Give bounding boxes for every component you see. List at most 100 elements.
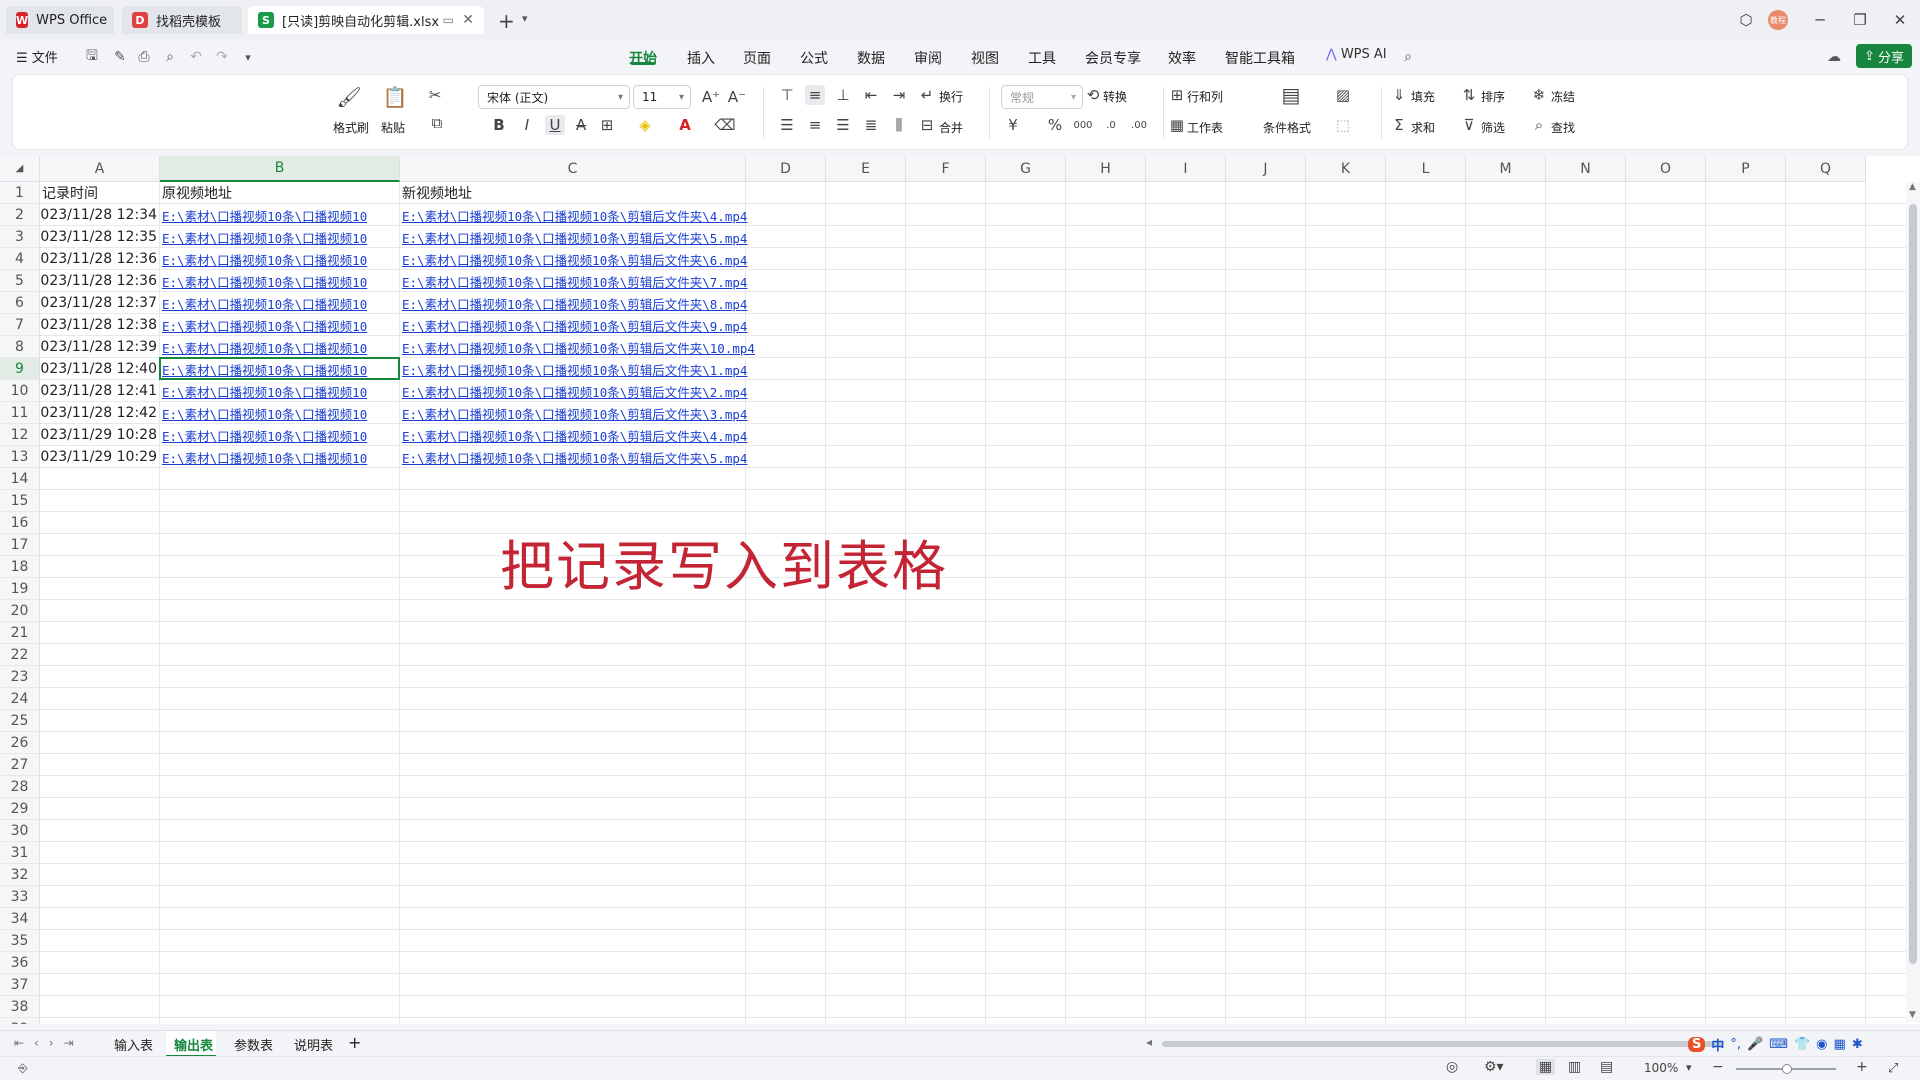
format-painter-label[interactable]: 格式刷 bbox=[333, 119, 369, 136]
ime-mode-label[interactable]: 中 bbox=[1711, 1035, 1724, 1054]
edit-icon[interactable]: ✎ bbox=[110, 48, 130, 66]
sum-label[interactable]: 求和 bbox=[1411, 119, 1435, 136]
convert-icon[interactable]: ⟲ bbox=[1083, 85, 1103, 105]
row-header-17[interactable]: 17 bbox=[0, 534, 40, 556]
settings-dropdown-icon[interactable]: ⚙▾ bbox=[1484, 1059, 1504, 1075]
column-header-e[interactable]: E bbox=[826, 156, 906, 182]
settings-icon[interactable]: ✱ bbox=[1852, 1037, 1863, 1052]
cell-record-time[interactable]: 2023/11/28 12:37 bbox=[40, 292, 159, 314]
restore-icon[interactable]: ❐ bbox=[1848, 8, 1872, 32]
border-icon[interactable]: ⊞ bbox=[597, 115, 617, 135]
row-header-24[interactable]: 24 bbox=[0, 688, 40, 710]
tab-pin-icon[interactable]: ▭ bbox=[443, 13, 454, 27]
cell-record-time[interactable]: 2023/11/28 12:36 bbox=[40, 270, 159, 292]
cell-record-time[interactable]: 2023/11/29 10:29 bbox=[40, 446, 159, 468]
currency-icon[interactable]: ¥ bbox=[1003, 115, 1023, 135]
cell-source-link[interactable]: E:\素材\口播视频10条\口播视频10 bbox=[160, 248, 399, 270]
row-header-38[interactable]: 38 bbox=[0, 996, 40, 1018]
align-middle-icon[interactable]: ≡ bbox=[805, 85, 825, 105]
thousands-icon[interactable]: 000 bbox=[1073, 115, 1093, 135]
print-preview-icon[interactable]: ⌕ bbox=[160, 48, 180, 66]
conditional-format-icon[interactable]: ▤ bbox=[1281, 83, 1301, 107]
fill-label[interactable]: 填充 bbox=[1411, 88, 1435, 105]
normal-view-icon[interactable]: ▦ bbox=[1536, 1059, 1556, 1075]
wrap-icon[interactable]: ↵ bbox=[917, 85, 937, 105]
row-header-33[interactable]: 33 bbox=[0, 886, 40, 908]
align-top-icon[interactable]: ⊤ bbox=[777, 85, 797, 105]
sheet-tab-params[interactable]: 参数表 bbox=[234, 1035, 273, 1054]
row-header-35[interactable]: 35 bbox=[0, 930, 40, 952]
column-header-l[interactable]: L bbox=[1386, 156, 1466, 182]
fill-icon[interactable]: ⇓ bbox=[1389, 85, 1409, 105]
indent-decrease-icon[interactable]: ⇤ bbox=[861, 85, 881, 105]
font-color-icon[interactable]: A bbox=[675, 115, 695, 135]
cell-record-time[interactable]: 2023/11/28 12:41 bbox=[40, 380, 159, 402]
font-name-select[interactable]: 宋体 (正文) ▾ bbox=[478, 85, 630, 109]
tab-formula[interactable]: 公式 bbox=[800, 48, 828, 68]
cell-header-time[interactable]: 记录时间 bbox=[40, 182, 159, 204]
spreadsheet-grid[interactable]: ◢ ABCDEFGHIJKLMNOPQ 1 2 3 4 5 6 7 8 9 10 11 12 13 14 1… bbox=[0, 156, 1920, 1024]
copy-icon[interactable]: ⧉ bbox=[427, 113, 447, 133]
fullscreen-icon[interactable]: ⤢ bbox=[1888, 1061, 1898, 1076]
row-header-26[interactable]: 26 bbox=[0, 732, 40, 754]
sogou-ime-icon[interactable]: S bbox=[1688, 1036, 1706, 1052]
tab-dropdown-icon[interactable]: ▾ bbox=[522, 12, 528, 25]
distribute-icon[interactable]: ⫼ bbox=[889, 115, 909, 135]
punctuation-icon[interactable]: °, bbox=[1730, 1037, 1741, 1052]
wrap-label[interactable]: 换行 bbox=[939, 88, 963, 105]
column-header-q[interactable]: Q bbox=[1786, 156, 1866, 182]
bold-icon[interactable]: B bbox=[489, 115, 509, 135]
eye-protection-icon[interactable]: ◎ bbox=[1446, 1059, 1458, 1075]
tab-spreadsheet[interactable]: S [只读]剪映自动化剪辑.xlsx ▭ ✕ bbox=[248, 6, 484, 34]
cell-record-time[interactable]: 2023/11/28 12:35 bbox=[40, 226, 159, 248]
row-header-14[interactable]: 14 bbox=[0, 468, 40, 490]
zoom-in-icon[interactable]: + bbox=[1856, 1059, 1868, 1075]
file-menu[interactable]: ☰ 文件 bbox=[16, 47, 58, 66]
sort-label[interactable]: 排序 bbox=[1481, 88, 1505, 105]
row-header-19[interactable]: 19 bbox=[0, 578, 40, 600]
microphone-icon[interactable]: 🎤 bbox=[1747, 1037, 1763, 1052]
percent-icon[interactable]: % bbox=[1045, 115, 1065, 135]
fill-color-icon[interactable]: ◈ bbox=[635, 115, 655, 135]
macro-icon[interactable]: ⎆ bbox=[18, 1061, 28, 1076]
row-header-7[interactable]: 7 bbox=[0, 314, 40, 336]
wps-ai-button[interactable]: ⋀ WPS AI bbox=[1326, 47, 1387, 62]
justify-icon[interactable]: ≣ bbox=[861, 115, 881, 135]
avatar[interactable]: 教程 bbox=[1768, 10, 1788, 30]
find-icon[interactable]: ⌕ bbox=[1529, 115, 1549, 135]
cell-target-link[interactable]: E:\素材\口播视频10条\口播视频10条\剪辑后文件夹\2.mp4 bbox=[400, 380, 826, 402]
strikethrough-icon[interactable]: A bbox=[571, 115, 591, 135]
row-header-28[interactable]: 28 bbox=[0, 776, 40, 798]
cell-target-link[interactable]: E:\素材\口播视频10条\口播视频10条\剪辑后文件夹\8.mp4 bbox=[400, 292, 826, 314]
row-header-31[interactable]: 31 bbox=[0, 842, 40, 864]
row-header-18[interactable]: 18 bbox=[0, 556, 40, 578]
cell-target-link[interactable]: E:\素材\口播视频10条\口播视频10条\剪辑后文件夹\9.mp4 bbox=[400, 314, 826, 336]
minimize-icon[interactable]: ─ bbox=[1808, 8, 1832, 32]
decrease-font-icon[interactable]: A⁻ bbox=[727, 87, 747, 107]
cell-target-link[interactable]: E:\素材\口播视频10条\口播视频10条\剪辑后文件夹\3.mp4 bbox=[400, 402, 826, 424]
worksheet-icon[interactable]: ▦ bbox=[1167, 115, 1187, 135]
cell-source-link[interactable]: E:\素材\口播视频10条\口播视频10 bbox=[160, 446, 399, 468]
row-header-37[interactable]: 37 bbox=[0, 974, 40, 996]
cell-target-link[interactable]: E:\素材\口播视频10条\口播视频10条\剪辑后文件夹\1.mp4 bbox=[400, 358, 826, 380]
worksheet-label[interactable]: 工作表 bbox=[1187, 119, 1223, 136]
horizontal-scroll-thumb[interactable] bbox=[1162, 1041, 1722, 1047]
cell-record-time[interactable]: 2023/11/28 12:40 bbox=[40, 358, 159, 380]
cell-header-target[interactable]: 新视频地址 bbox=[400, 182, 826, 204]
column-header-j[interactable]: J bbox=[1226, 156, 1306, 182]
cell-target-link[interactable]: E:\素材\口播视频10条\口播视频10条\剪辑后文件夹\5.mp4 bbox=[400, 446, 826, 468]
tab-smart-toolbox[interactable]: 智能工具箱 bbox=[1225, 48, 1295, 68]
column-header-p[interactable]: P bbox=[1706, 156, 1786, 182]
row-header-36[interactable]: 36 bbox=[0, 952, 40, 974]
tab-data[interactable]: 数据 bbox=[857, 48, 885, 68]
cell-source-link[interactable]: E:\素材\口播视频10条\口播视频10 bbox=[160, 402, 399, 424]
game-icon[interactable]: ◉ bbox=[1816, 1037, 1827, 1052]
convert-label[interactable]: 转换 bbox=[1103, 88, 1127, 105]
row-header-20[interactable]: 20 bbox=[0, 600, 40, 622]
merge-icon[interactable]: ⊟ bbox=[917, 115, 937, 135]
row-header-32[interactable]: 32 bbox=[0, 864, 40, 886]
font-size-select[interactable]: 11 ▾ bbox=[633, 85, 691, 109]
cell-target-link[interactable]: E:\素材\口播视频10条\口播视频10条\剪辑后文件夹\5.mp4 bbox=[400, 226, 826, 248]
cell-record-time[interactable]: 2023/11/28 12:34 bbox=[40, 204, 159, 226]
print-icon[interactable]: ⎙ bbox=[134, 48, 154, 66]
